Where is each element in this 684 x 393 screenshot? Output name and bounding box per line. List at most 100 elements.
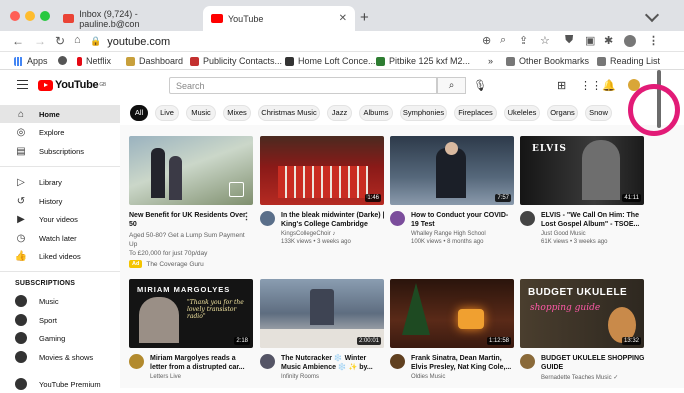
bookmark-publicity[interactable]: Publicity Contacts... <box>190 56 282 66</box>
minimize-window-button[interactable] <box>25 11 35 21</box>
channel-avatar[interactable] <box>129 354 144 369</box>
bookmark-home-loft[interactable]: Home Loft Conce... <box>285 56 376 66</box>
channel-avatar[interactable] <box>520 211 535 226</box>
channel-name[interactable]: KingsCollegeChoir ♪ <box>281 231 335 237</box>
chip-ukeleles[interactable]: Ukeleles <box>504 105 540 121</box>
ad-thumbnail[interactable] <box>129 136 253 205</box>
browser-menu-icon[interactable]: ⋮ <box>648 34 659 47</box>
sidebar-sub-premium[interactable]: YouTube Premium <box>0 375 120 393</box>
bookmarks-overflow[interactable]: » <box>488 56 493 66</box>
channel-avatar[interactable] <box>260 211 275 226</box>
video-card[interactable]: 1:46 In the bleak midwinter (Darke) | Ki… <box>260 136 384 245</box>
bookmark-apps[interactable]: Apps <box>14 56 48 66</box>
video-title[interactable]: The Nutcracker ❄️ Winter Music Ambience … <box>281 354 385 372</box>
bookmark-reading-list[interactable]: Reading List <box>597 56 660 66</box>
video-thumbnail[interactable]: 2:00:01 <box>260 279 384 348</box>
channel-name[interactable]: Whalley Range High School <box>411 231 486 237</box>
reload-icon[interactable]: ↻ <box>55 34 65 48</box>
ad-title[interactable]: New Benefit for UK Residents Over 50 <box>129 211 247 229</box>
video-card[interactable]: MIRIAM MARGOLYES "Thank you for the love… <box>129 279 253 380</box>
tab-youtube[interactable]: YouTube ✕ <box>203 6 355 31</box>
search-button[interactable]: ⌕ <box>437 77 466 94</box>
tab-search-chevron-icon[interactable] <box>644 7 660 23</box>
video-thumbnail[interactable]: 7:57 <box>390 136 514 205</box>
chip-christmas-music[interactable]: Christmas Music <box>258 105 320 121</box>
chip-all[interactable]: All <box>130 105 148 121</box>
create-video-icon[interactable]: ⊞ <box>557 79 566 92</box>
video-thumbnail[interactable]: BUDGET UKULELE shopping guide 13:32 <box>520 279 644 348</box>
profile-avatar[interactable] <box>624 35 636 47</box>
video-card[interactable]: BUDGET UKULELE shopping guide 13:32 BUDG… <box>520 279 644 381</box>
video-title[interactable]: In the bleak midwinter (Darke) | King's … <box>281 211 385 229</box>
chip-live[interactable]: Live <box>155 105 179 121</box>
forward-icon[interactable]: → <box>34 34 46 48</box>
channel-name[interactable]: Infinity Rooms <box>281 374 319 380</box>
video-card[interactable]: ELVIS 41:11 ELVIS - "We Call On Him: The… <box>520 136 644 245</box>
video-title[interactable]: Miriam Margolyes reads a letter from a d… <box>150 354 254 372</box>
chip-snow[interactable]: Snow <box>585 105 612 121</box>
chip-fireplaces[interactable]: Fireplaces <box>454 105 497 121</box>
youtube-logo[interactable]: YouTube GB <box>38 79 106 91</box>
bookmark-pitbike[interactable]: Pitbike 125 kxf M2... <box>376 56 470 66</box>
sidebar-sub-sport[interactable]: Sport <box>0 311 120 329</box>
chip-music[interactable]: Music <box>186 105 216 121</box>
search-input[interactable]: Search <box>169 77 437 94</box>
channel-name[interactable]: Oldies Music <box>411 374 445 380</box>
tab-gmail[interactable]: Inbox (9,724) - pauline.b@con <box>55 6 201 31</box>
chip-mixes[interactable]: Mixes <box>223 105 251 121</box>
chip-jazz[interactable]: Jazz <box>327 105 352 121</box>
address-bar[interactable]: 🔒 youtube.com <box>90 33 470 50</box>
sidebar-item-subscriptions[interactable]: ▤ Subscriptions <box>0 142 120 160</box>
channel-avatar[interactable] <box>390 211 405 226</box>
puzzle-icon[interactable]: ✱ <box>604 34 613 47</box>
close-tab-icon[interactable]: ✕ <box>339 13 347 24</box>
sidebar-item-history[interactable]: ↺ History <box>0 192 120 210</box>
sidebar-sub-music[interactable]: Music <box>0 292 120 310</box>
chip-symphonies[interactable]: Symphonies <box>400 105 447 121</box>
channel-name[interactable]: Bernadette Teaches Music ✓ <box>541 374 618 381</box>
new-tab-button[interactable]: + <box>360 9 369 26</box>
video-card[interactable]: 7:57 How to Conduct your COVID-19 Test W… <box>390 136 514 245</box>
video-title[interactable]: BUDGET UKULELE SHOPPING GUIDE <box>541 354 645 372</box>
home-button-icon[interactable]: ⌂ <box>74 34 81 46</box>
more-options-icon[interactable]: ⋮ <box>242 211 251 222</box>
bookmark-globe[interactable] <box>58 56 71 65</box>
video-title[interactable]: How to Conduct your COVID-19 Test <box>411 211 515 229</box>
sidebar-item-watch-later[interactable]: ◷ Watch later <box>0 229 120 247</box>
extension-shield-icon[interactable]: ⛊ <box>565 34 573 47</box>
chip-albums[interactable]: Albums <box>359 105 393 121</box>
video-thumbnail[interactable]: 1:46 <box>260 136 384 205</box>
sidebar-item-explore[interactable]: ◎ Explore <box>0 123 120 141</box>
video-title[interactable]: Frank Sinatra, Dean Martin, Elvis Presle… <box>411 354 515 372</box>
channel-avatar[interactable] <box>390 354 405 369</box>
install-icon[interactable]: ⊕ <box>482 34 491 47</box>
sidebar-item-library[interactable]: ▷ Library <box>0 173 120 191</box>
sidebar-item-your-videos[interactable]: ▶ Your videos <box>0 210 120 228</box>
sidebar-item-home[interactable]: ⌂ Home <box>0 105 120 123</box>
chip-organs[interactable]: Organs <box>547 105 578 121</box>
sidebar-item-liked-videos[interactable]: 👍 Liked videos <box>0 247 120 265</box>
video-thumbnail[interactable]: 1:12:58 <box>390 279 514 348</box>
bookmark-dashboard[interactable]: Dashboard <box>126 56 183 66</box>
bookmark-netflix[interactable]: Netflix <box>77 56 111 66</box>
video-thumbnail[interactable]: MIRIAM MARGOLYES "Thank you for the love… <box>129 279 253 348</box>
share-icon[interactable]: ⇪ <box>519 34 528 47</box>
video-card[interactable]: 1:12:58 Frank Sinatra, Dean Martin, Elvi… <box>390 279 514 380</box>
apps-icon[interactable]: ⋮⋮ <box>580 79 602 92</box>
video-card[interactable]: 2:00:01 The Nutcracker ❄️ Winter Music A… <box>260 279 384 380</box>
channel-avatar[interactable] <box>520 354 535 369</box>
channel-name[interactable]: Just Good Music <box>541 231 586 237</box>
bookmark-other[interactable]: Other Bookmarks <box>506 56 589 66</box>
microphone-icon[interactable]: 🎙 <box>473 79 487 92</box>
sidebar-sub-gaming[interactable]: Gaming <box>0 329 120 347</box>
video-title[interactable]: ELVIS - "We Call On Him: The Lost Gospel… <box>541 211 645 229</box>
extension-icon[interactable]: ▣ <box>585 34 595 47</box>
close-window-button[interactable] <box>10 11 20 21</box>
maximize-window-button[interactable] <box>40 11 50 21</box>
ad-card[interactable]: New Benefit for UK Residents Over 50 ⋮ A… <box>129 136 253 268</box>
sidebar-sub-movies[interactable]: Movies & shows <box>0 348 120 366</box>
channel-name[interactable]: Letters Live <box>150 374 181 380</box>
back-icon[interactable]: ← <box>12 34 24 48</box>
bookmark-star-icon[interactable]: ☆ <box>540 34 550 47</box>
video-thumbnail[interactable]: ELVIS 41:11 <box>520 136 644 205</box>
